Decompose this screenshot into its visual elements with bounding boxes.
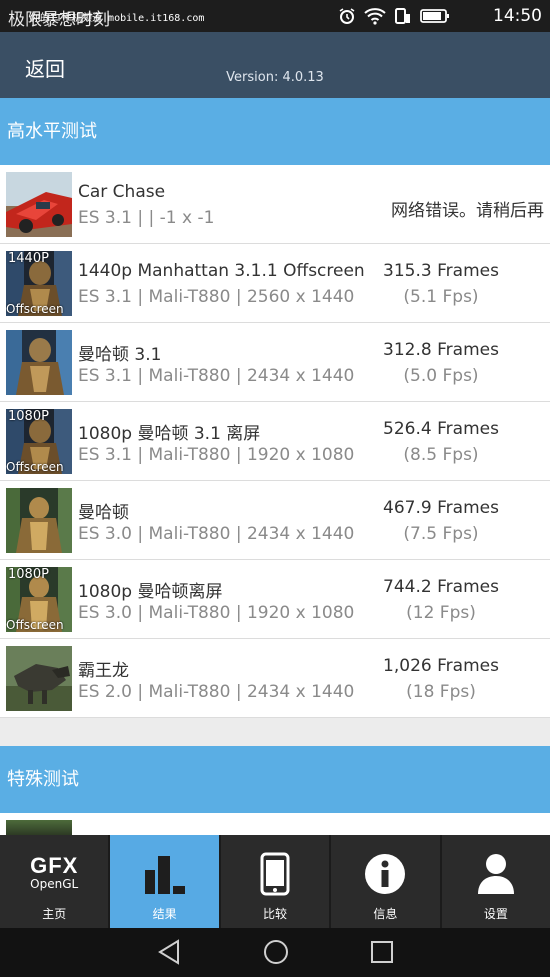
status-time: 14:50 — [493, 6, 542, 26]
wifi-icon — [364, 8, 386, 25]
test-row-manhattan-3-1[interactable]: 曼哈顿 3.1 ES 3.1 | Mali-T880 | 2434 x 1440… — [0, 323, 550, 402]
test-row-manhattan-1080p-offscreen[interactable]: 1080P Offscreen 1080p 曼哈顿离屏 ES 3.0 | Mal… — [0, 560, 550, 639]
bar-chart-icon — [144, 856, 185, 894]
manhattan-thumbnail: 1440P Offscreen — [6, 251, 72, 316]
test-score: 312.8 Frames — [383, 340, 499, 360]
tab-label: 主页 — [42, 907, 67, 921]
test-fps: (8.5 Fps) — [403, 445, 479, 465]
test-details: ES 3.0 | Mali-T880 | 1920 x 1080 — [78, 603, 355, 623]
tab-label: 结果 — [152, 907, 177, 921]
status-icons — [338, 7, 450, 25]
manhattan-thumbnail: 1080P Offscreen — [6, 567, 72, 632]
gfx-logo-sub: OpenGL — [30, 877, 79, 891]
test-score: 526.4 Frames — [383, 419, 499, 439]
gfx-logo-icon: GFX OpenGL — [0, 853, 108, 891]
phone-icon — [260, 852, 290, 896]
tab-label: 设置 — [483, 907, 508, 921]
tab-info[interactable]: 信息 — [331, 835, 442, 928]
tab-compare[interactable]: 比较 — [221, 835, 332, 928]
car-chase-thumbnail — [6, 172, 72, 237]
test-score: 744.2 Frames — [383, 577, 499, 597]
test-name: 1440p Manhattan 3.1.1 Offscreen — [78, 261, 365, 281]
tab-label: 信息 — [373, 907, 398, 921]
t-rex-thumbnail — [6, 646, 72, 711]
alarm-icon — [339, 8, 355, 24]
test-details: ES 3.1 | | -1 x -1 — [78, 208, 215, 228]
user-icon — [477, 854, 514, 894]
test-name: 霸王龙 — [78, 661, 129, 681]
test-error: 网络错误。请稍后再 — [391, 201, 544, 221]
test-row-manhattan-1440p-offscreen[interactable]: 1440P Offscreen 1440p Manhattan 3.1.1 Of… — [0, 244, 550, 323]
tab-results[interactable]: 结果 — [110, 835, 221, 928]
tab-settings[interactable]: 设置 — [442, 835, 550, 928]
manhattan-thumbnail — [6, 488, 72, 553]
tab-home[interactable]: GFX OpenGL 主页 — [0, 835, 111, 928]
thumbnail-offscreen-tag: Offscreen — [6, 460, 64, 474]
test-fps: (18 Fps) — [406, 682, 476, 702]
test-details: ES 3.1 | Mali-T880 | 1920 x 1080 — [78, 445, 355, 465]
info-icon — [365, 854, 406, 894]
test-score: 1,026 Frames — [383, 656, 499, 676]
test-results-list: Car Chase ES 3.1 | | -1 x -1 网络错误。请稍后再 1… — [0, 165, 550, 718]
watermark: 你的IT手机频道 mobile.it168.com — [30, 13, 205, 24]
test-name: 曼哈顿 — [78, 503, 129, 523]
manhattan-thumbnail — [6, 330, 72, 395]
tab-label: 比较 — [263, 907, 288, 921]
thumbnail-resolution-tag: 1080P — [8, 409, 49, 424]
test-fps: (7.5 Fps) — [403, 524, 479, 544]
thumbnail-resolution-tag: 1440P — [8, 251, 49, 266]
recents-square-icon[interactable] — [370, 938, 394, 966]
battery-icon — [420, 9, 449, 23]
test-thumbnail — [6, 820, 72, 835]
app-header: 返回 Version: 4.0.13 — [0, 32, 550, 98]
test-row-manhattan-3-1-1080p-offscreen[interactable]: 1080P Offscreen 1080p 曼哈顿 3.1 离屏 ES 3.1 … — [0, 402, 550, 481]
thumbnail-offscreen-tag: Offscreen — [6, 618, 64, 632]
test-score: 467.9 Frames — [383, 498, 499, 518]
bottom-tab-bar: GFX OpenGL 主页 结果 比较 信息 设置 — [0, 835, 550, 928]
test-details: ES 3.1 | Mali-T880 | 2434 x 1440 — [78, 366, 355, 386]
manhattan-thumbnail: 1080P Offscreen — [6, 409, 72, 474]
test-row-car-chase[interactable]: Car Chase ES 3.1 | | -1 x -1 网络错误。请稍后再 — [0, 165, 550, 244]
version-label: Version: 4.0.13 — [226, 70, 324, 85]
test-fps: (12 Fps) — [406, 603, 476, 623]
back-triangle-icon[interactable] — [156, 938, 182, 966]
status-bar: 极限暴想时刻 你的IT手机频道 mobile.it168.com 14:50 — [0, 0, 550, 32]
home-circle-icon[interactable] — [262, 938, 290, 966]
test-row-t-rex[interactable]: 霸王龙 ES 2.0 | Mali-T880 | 2434 x 1440 1,0… — [0, 639, 550, 718]
test-details: ES 3.0 | Mali-T880 | 2434 x 1440 — [78, 524, 355, 544]
test-details: ES 2.0 | Mali-T880 | 2434 x 1440 — [78, 682, 355, 702]
system-navigation-bar — [0, 928, 550, 977]
test-name: Car Chase — [78, 182, 166, 202]
test-score: 315.3 Frames — [383, 261, 499, 281]
partially-visible-row[interactable] — [0, 813, 550, 835]
test-fps: (5.1 Fps) — [403, 287, 479, 307]
gfx-logo-main: GFX — [30, 853, 79, 878]
section-header-special: 特殊测试 — [0, 746, 550, 813]
thumbnail-resolution-tag: 1080P — [8, 567, 49, 582]
thumbnail-offscreen-tag: Offscreen — [6, 302, 64, 316]
test-fps: (5.0 Fps) — [403, 366, 479, 386]
sim-icon — [395, 8, 410, 24]
test-name: 曼哈顿 3.1 — [78, 345, 162, 365]
test-details: ES 3.1 | Mali-T880 | 2560 x 1440 — [78, 287, 355, 307]
test-name: 1080p 曼哈顿 3.1 离屏 — [78, 424, 261, 444]
section-header-high-level: 高水平测试 — [0, 98, 550, 165]
test-name: 1080p 曼哈顿离屏 — [78, 582, 223, 602]
test-row-manhattan[interactable]: 曼哈顿 ES 3.0 | Mali-T880 | 2434 x 1440 467… — [0, 481, 550, 560]
